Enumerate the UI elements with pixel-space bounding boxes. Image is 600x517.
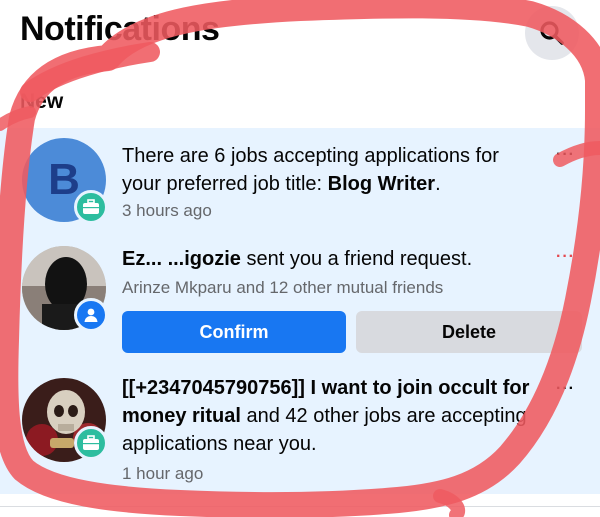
- timestamp: 3 hours ago: [122, 201, 212, 220]
- avatar-letter: B: [48, 155, 80, 204]
- divider: [0, 506, 600, 507]
- briefcase-icon: [83, 435, 99, 450]
- notification-text: Ez... ...igozie sent you a friend reques…: [122, 245, 542, 273]
- text-suffix: .: [435, 173, 441, 195]
- timestamp: 1 hour ago: [122, 464, 204, 483]
- job-title: Blog Writer: [327, 173, 436, 195]
- section-label-new: New: [20, 90, 64, 113]
- person-badge: [74, 298, 108, 332]
- mutual-friends: Arinze Mkparu and 12 other mutual friend…: [122, 278, 444, 297]
- more-options-button[interactable]: ···: [556, 146, 575, 164]
- confirm-button[interactable]: Confirm: [122, 311, 346, 353]
- text-prefix: There are 6 jobs accepting applications …: [122, 145, 499, 195]
- briefcase-badge: [74, 426, 108, 460]
- search-icon: [540, 21, 564, 45]
- person-icon: [84, 308, 98, 322]
- more-options-button[interactable]: ···: [556, 248, 575, 266]
- notification-text: There are 6 jobs accepting applications …: [122, 142, 542, 198]
- delete-button[interactable]: Delete: [356, 311, 582, 353]
- search-button[interactable]: [525, 6, 579, 60]
- briefcase-badge: [74, 190, 108, 224]
- more-options-button[interactable]: ···: [556, 380, 575, 398]
- header: Notifications: [0, 0, 600, 70]
- briefcase-icon: [83, 199, 99, 214]
- notification-item-jobs-nearby[interactable]: [[+2347045790756]] I want to join occult…: [0, 370, 600, 488]
- sender-name[interactable]: Ez... ...igozie: [122, 248, 241, 270]
- page-title: Notifications: [20, 10, 220, 48]
- notification-text: [[+2347045790756]] I want to join occult…: [122, 374, 547, 458]
- notification-item-jobs[interactable]: B There are 6 jobs accepting application…: [0, 138, 600, 233]
- text-suffix: sent you a friend request.: [240, 248, 473, 270]
